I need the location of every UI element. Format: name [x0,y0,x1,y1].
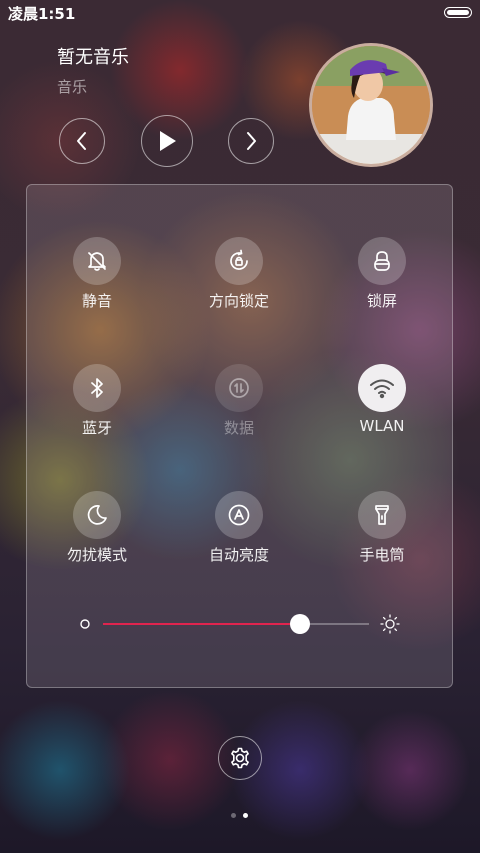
album-art[interactable] [309,43,433,167]
settings-button[interactable] [218,736,262,780]
mobile-data-label: 数据 [223,419,254,437]
auto-brightness-label: 自动亮度 [208,546,269,564]
bluetooth-label: 蓝牙 [81,419,112,437]
toggle-lock-screen[interactable]: 锁屏 [322,237,442,311]
chevron-left-icon [77,132,86,150]
rotation-lock-icon [230,249,248,270]
do-not-disturb-label: 勿扰模式 [66,546,127,564]
mobile-data-toggle-circle[interactable] [215,364,263,412]
auto-brightness-toggle-circle[interactable] [215,491,263,539]
play-icon [160,131,176,151]
flashlight-toggle-circle[interactable] [358,491,406,539]
lock-screen-toggle-circle[interactable] [358,237,406,285]
flashlight-label: 手电筒 [359,546,405,564]
toggle-wlan[interactable]: WLAN [322,364,442,435]
flashlight-icon [375,505,389,525]
page-indicator-dot [231,813,236,818]
battery-icon [444,7,472,18]
page-indicator-dot-active [243,813,248,818]
moon-icon [87,505,107,525]
wifi-icon [370,379,394,399]
play-button[interactable] [141,115,193,167]
next-button[interactable] [228,118,274,164]
toggle-mobile-data[interactable]: 数据 [179,364,299,438]
album-art-image [312,46,430,164]
lock-screen-label: 锁屏 [366,292,397,310]
brightness-slider-thumb[interactable] [289,614,310,634]
rotation-lock-toggle-circle[interactable] [215,237,263,285]
auto-brightness-icon [228,504,250,526]
brightness-slider-fill [103,623,300,625]
lock-icon [374,251,390,271]
wlan-toggle-circle[interactable] [358,364,406,412]
mobile-data-icon [229,378,249,398]
bell-off-icon [88,252,106,271]
do-not-disturb-toggle-circle[interactable] [73,491,121,539]
rotation-lock-label: 方向锁定 [208,292,269,310]
mute-toggle-circle[interactable] [73,237,121,285]
toggle-rotation-lock[interactable]: 方向锁定 [179,237,299,311]
mute-label: 静音 [81,292,112,310]
toggle-mute[interactable]: 静音 [37,237,157,311]
music-subtitle: 音乐 [57,78,88,96]
bluetooth-toggle-circle[interactable] [73,364,121,412]
toggle-flashlight[interactable]: 手电筒 [322,491,442,565]
brightness-slider[interactable] [103,614,369,634]
toggle-bluetooth[interactable]: 蓝牙 [37,364,157,438]
status-time: 凌晨1:51 [8,5,76,23]
chevron-right-icon [247,132,256,150]
bluetooth-icon [91,378,103,398]
toggle-auto-brightness[interactable]: 自动亮度 [179,491,299,565]
wlan-label: WLAN [359,417,405,435]
brightness-high-icon [380,614,400,634]
previous-button[interactable] [59,118,105,164]
music-title: 暂无音乐 [57,47,129,68]
brightness-low-icon [80,619,90,629]
toggle-do-not-disturb[interactable]: 勿扰模式 [37,491,157,565]
gear-icon [231,747,249,769]
